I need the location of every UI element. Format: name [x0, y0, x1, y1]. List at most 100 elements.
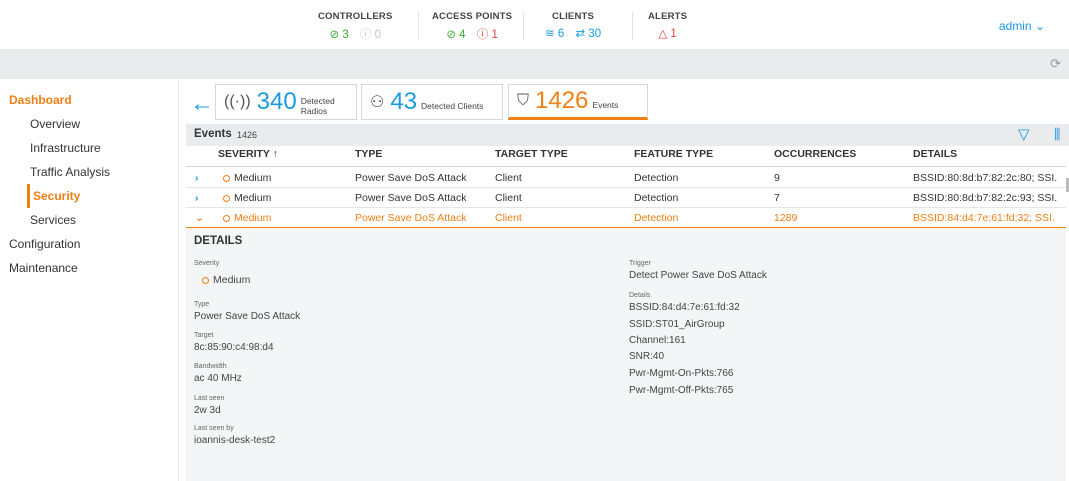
toolbar-band [0, 49, 1069, 79]
trigger-value: Detect Power Save DoS Attack [629, 270, 767, 281]
target-cell: Client [495, 192, 522, 204]
details-cell: BSSID:80:8d:b7:82:2c:93; SSI. [913, 192, 1058, 204]
severity-cell: Medium [223, 212, 271, 224]
severity-label: Severity [194, 260, 220, 267]
details-line-ssid: SSID:ST01_AirGroup [629, 319, 725, 330]
occurrences-cell: 1289 [774, 212, 798, 224]
sidebar-item-infrastructure[interactable]: Infrastructure [0, 136, 178, 160]
details-line-pwr-on: Pwr-Mgmt-On-Pkts:766 [629, 368, 734, 379]
alerts-stat[interactable]: ALERTS △ 1 [648, 11, 687, 40]
type-value: Power Save DoS Attack [194, 311, 301, 322]
filter-icon[interactable]: ▽ [1018, 125, 1030, 143]
sidebar-item-dashboard[interactable]: Dashboard [0, 88, 178, 112]
target-value: 8c:85:90:c4:98:d4 [194, 342, 274, 353]
details-line-channel: Channel:161 [629, 335, 686, 346]
col-occurrences[interactable]: OCCURRENCES [774, 148, 856, 166]
access-points-stat[interactable]: ACCESS POINTS ⊘ 4 ⓘ 1 [432, 11, 512, 42]
clients-stat[interactable]: CLIENTS ≋ 6 ⇄ 30 [541, 11, 605, 40]
details-line-bssid: BSSID:84:d4:7e:61:fd:32 [629, 302, 740, 313]
details-line-snr: SNR:40 [629, 351, 665, 362]
radios-count: 340 [256, 88, 297, 115]
wired-clients: ⇄ 30 [575, 28, 602, 40]
type-cell: Power Save DoS Attack [355, 212, 467, 224]
top-status-bar: CONTROLLERS ⊘ 3 ⓘ 0 ACCESS POINTS ⊘ 4 ⓘ … [0, 0, 1069, 48]
divider [523, 12, 524, 40]
sidebar-item-maintenance[interactable]: Maintenance [0, 256, 178, 280]
severity-ring-icon [202, 276, 209, 284]
wireless-clients: ≋ 6 [545, 28, 565, 40]
events-count-small: 1426 [237, 130, 258, 140]
severity-ring-icon [223, 214, 230, 222]
controllers-title: CONTROLLERS [318, 11, 393, 22]
chevron-down-icon[interactable]: ⌄ [195, 212, 204, 224]
header-divider [186, 166, 1066, 167]
sort-up-icon: ↑ [272, 148, 278, 160]
last-seen-by-value: ioannis-desk-test2 [194, 435, 276, 446]
occurrences-cell: 9 [774, 172, 780, 184]
table-row[interactable]: › Medium Power Save DoS Attack Client De… [186, 168, 1066, 188]
trigger-label: Trigger [629, 260, 651, 267]
target-cell: Client [495, 172, 522, 184]
col-severity[interactable]: SEVERITY ↑ [218, 148, 278, 166]
chevron-right-icon[interactable]: › [195, 172, 199, 184]
type-cell: Power Save DoS Attack [355, 192, 467, 204]
severity-cell: Medium [223, 172, 271, 184]
columns-icon[interactable]: ⫼ [1054, 126, 1060, 143]
clients-title: CLIENTS [552, 11, 595, 22]
chevron-down-icon: ⌄ [1034, 19, 1045, 33]
feature-cell: Detection [634, 192, 679, 204]
divider [418, 12, 419, 40]
type-cell: Power Save DoS Attack [355, 172, 467, 184]
col-feature-type[interactable]: FEATURE TYPE [634, 148, 713, 166]
user-menu[interactable]: admin ⌄ [999, 19, 1045, 33]
sidebar-item-services[interactable]: Services [0, 208, 178, 232]
col-details[interactable]: DETAILS [913, 148, 957, 166]
details-cell: BSSID:84:d4:7e:61:fd:32; SSI. [913, 212, 1055, 224]
events-tile[interactable]: ⛉ 1426 Events [508, 84, 648, 120]
clients-label: Detected Clients [421, 101, 484, 111]
feature-cell: Detection [634, 172, 679, 184]
detected-radios-tile[interactable]: ((·)) 340 Detected Radios [215, 84, 357, 120]
access-points-title: ACCESS POINTS [432, 11, 513, 22]
user-name: admin [998, 19, 1032, 33]
type-label: Type [194, 301, 210, 308]
sidebar-item-security[interactable]: Security [27, 184, 178, 208]
last-seen-label: Last seen [194, 395, 225, 402]
detected-clients-tile[interactable]: ⚇ 43 Detected Clients [361, 84, 503, 120]
feature-cell: Detection [634, 212, 679, 224]
details-title: DETAILS [194, 235, 243, 247]
severity-cell: Medium [223, 192, 271, 204]
col-type[interactable]: TYPE [355, 148, 382, 166]
severity-ring-icon [223, 174, 230, 182]
sidebar: Dashboard Overview Infrastructure Traffi… [0, 88, 178, 280]
sidebar-item-configuration[interactable]: Configuration [0, 232, 178, 256]
table-row[interactable]: › Medium Power Save DoS Attack Client De… [186, 188, 1066, 208]
sidebar-divider [178, 80, 179, 481]
bandwidth-value: ac 40 MHz [194, 373, 242, 384]
bandwidth-label: Bandwidth [194, 363, 227, 370]
divider [632, 12, 633, 40]
details-label: Details [629, 292, 651, 299]
sidebar-item-traffic-analysis[interactable]: Traffic Analysis [0, 160, 178, 184]
occurrences-cell: 7 [774, 192, 780, 204]
events-count: 1426 [535, 87, 589, 114]
severity-ring-icon [223, 194, 230, 202]
last-seen-by-label: Last seen by [194, 425, 234, 432]
controllers-stat[interactable]: CONTROLLERS ⊘ 3 ⓘ 0 [318, 11, 393, 42]
events-label: Events [592, 100, 619, 110]
radios-label: Detected Radios [300, 96, 335, 116]
severity-value: Medium [202, 274, 250, 286]
controllers-down: ⓘ 0 [359, 29, 382, 41]
clients-icon: ⚇ [370, 94, 385, 111]
controllers-up: ⊘ 3 [329, 29, 349, 41]
refresh-icon[interactable]: ⟳ [1050, 56, 1061, 72]
table-row-expanded[interactable]: ⌄ Medium Power Save DoS Attack Client De… [186, 208, 1066, 228]
col-target-type[interactable]: TARGET TYPE [495, 148, 568, 166]
events-title: Events [194, 128, 232, 140]
chevron-right-icon[interactable]: › [195, 192, 199, 204]
details-cell: BSSID:80:8d:b7:82:2c:80; SSI. [913, 172, 1058, 184]
target-cell: Client [495, 212, 522, 224]
sidebar-item-overview[interactable]: Overview [0, 112, 178, 136]
back-arrow-icon[interactable]: ← [190, 90, 214, 118]
alerts-count: △ 1 [658, 28, 677, 40]
